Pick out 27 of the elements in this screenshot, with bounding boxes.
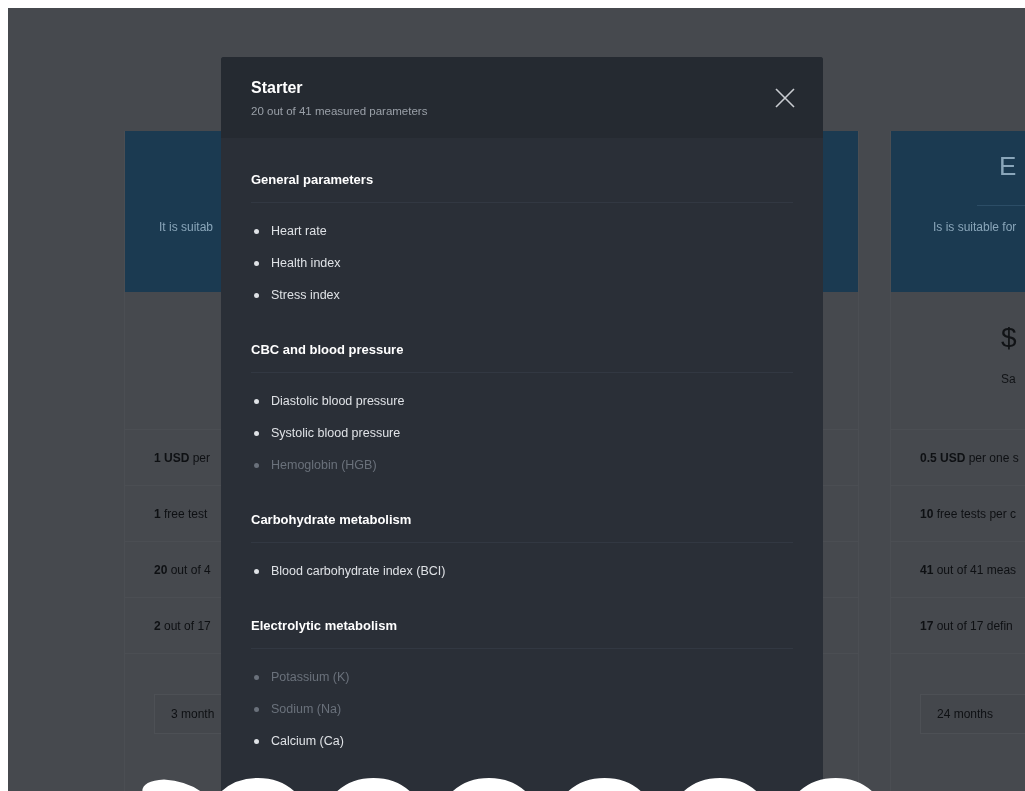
parameter-item: Health index	[271, 256, 341, 270]
parameter-item: Potassium (K)	[271, 670, 350, 684]
parameter-item: Heart rate	[271, 224, 327, 238]
parameter-item: Stress index	[271, 288, 340, 302]
group-title: CBC and blood pressure	[251, 342, 405, 357]
plan-feature: 10 free tests per c	[920, 506, 1017, 521]
period-field[interactable]: 24 months	[920, 694, 1025, 734]
parameter-item: Sodium (Na)	[271, 702, 342, 716]
plan-description: It is suitab	[159, 220, 214, 234]
group-title: Carbohydrate metabolism	[251, 512, 413, 527]
plan-description: Is is suitable for	[933, 220, 1017, 234]
parameter-item: Hemoglobin (HGB)	[271, 458, 377, 472]
parameter-item: Calcium (Ca)	[271, 734, 344, 748]
dialog-title: Starter	[251, 78, 304, 97]
plan-feature: 2 out of 17	[154, 618, 211, 633]
close-icon[interactable]	[775, 87, 795, 108]
parameter-item: Blood carbohydrate index (BCI)	[271, 564, 446, 578]
dialog-subtitle: 20 out of 41 measured parameters	[251, 104, 428, 117]
plan-price: $	[1001, 322, 1017, 354]
group-title: Electrolytic metabolism	[251, 618, 398, 633]
plan-title: E	[999, 151, 1017, 181]
parameter-item: Systolic blood pressure	[271, 426, 401, 440]
plan-feature: 1 free test	[154, 506, 208, 521]
parameter-item: Diastolic blood pressure	[271, 394, 405, 408]
price-note: Sa	[1001, 372, 1016, 386]
plan-feature: 1 USD per	[154, 450, 211, 465]
group-title: General parameters	[251, 172, 375, 187]
